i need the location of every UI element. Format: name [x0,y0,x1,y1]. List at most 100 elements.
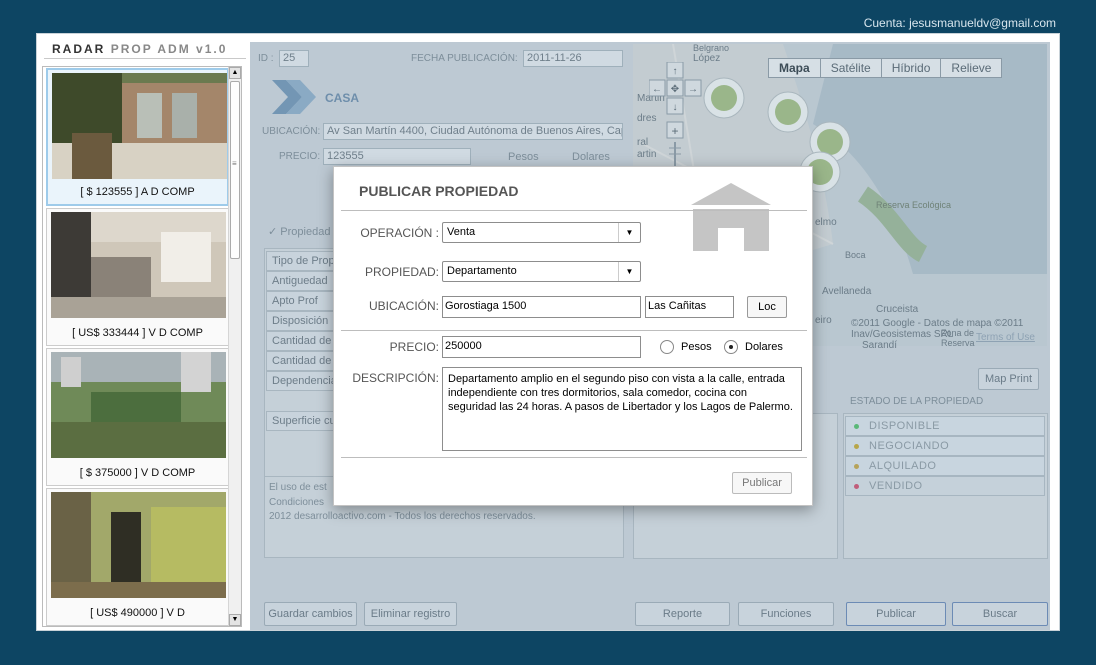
map-label: Cruceista [876,304,919,315]
property-photo [51,492,226,598]
ubicacion-label: UBICACIÓN: [368,299,439,313]
svg-text:✥: ✥ [671,84,679,95]
propiedad-value: Departamento [447,265,517,277]
funciones-button[interactable]: Funciones [738,602,834,626]
id-field: 25 [279,50,309,67]
dolares-radio[interactable] [724,340,738,354]
precio-label: PRECIO: [389,340,439,354]
estado-header: ESTADO DE LA PROPIEDAD [850,396,984,407]
map-label: Belgrano [693,43,730,53]
terms-link[interactable]: Terms of Use [976,332,1035,343]
map-label: Reserva Ecológica [876,200,952,210]
chevron-right-icon [272,80,316,114]
property-card[interactable]: [ US$ 333444 ] V D COMP [46,208,229,346]
propiedad-checkbox: ✓ Propiedad [268,226,331,238]
publicar-main-button[interactable]: Publicar [846,602,946,626]
guardar-button[interactable]: Guardar cambios [264,602,357,626]
property-card-label: [ US$ 333444 ] V D COMP [72,327,203,339]
operacion-label: OPERACIÓN : [360,226,439,240]
barrio-input[interactable]: Las Cañitas [645,296,734,318]
scroll-up-arrow-icon[interactable]: ▲ [229,67,241,79]
estado-alquilado[interactable]: ALQUILADO [845,456,1045,476]
property-photo [51,212,226,318]
estado-disponible[interactable]: DISPONIBLE [845,416,1045,436]
operacion-value: Venta [447,226,476,238]
property-photo [52,73,227,179]
map-label: Boca [845,250,866,260]
pesos-label: Pesos [681,341,712,353]
property-list[interactable]: [ $ 123555 ] A D COMP [ US$ 333444 ] V D… [42,66,242,627]
status-dot-icon [854,483,859,489]
legal-line: Condiciones [269,497,325,508]
logo-divider [44,58,246,59]
publicar-button[interactable]: Publicar [732,472,792,494]
status-dot-icon [854,463,859,469]
property-card[interactable]: [ $ 375000 ] V D COMP [46,348,229,486]
ubicacion-label: UBICACIÓN: [262,126,321,137]
sidebar-scrollbar[interactable]: ▲ ≡ ▼ [228,67,241,626]
property-card-label: [ $ 375000 ] V D COMP [79,467,196,479]
property-card[interactable]: [ US$ 490000 ] V D [46,488,229,626]
map-label: elmo [815,217,837,228]
map-print-button[interactable]: Map Print [978,368,1039,390]
id-label: ID : [258,53,274,64]
scroll-thumb[interactable]: ≡ [230,81,240,259]
map-type-relieve[interactable]: Relieve [941,59,1002,77]
map-pan-control[interactable]: ↑ ← ✥ → ↓ + [649,62,705,172]
legal-line: El uso de est [269,482,327,493]
app-logo: RADAR PROP ADM v1.0 [52,42,227,56]
estado-label: ALQUILADO [869,460,937,472]
propiedad-checkbox-label: Propiedad [280,226,331,238]
ubicacion-input[interactable]: Gorostiaga 1500 [442,296,641,318]
svg-text:+: + [671,124,678,138]
ubicacion-field: Av San Martín 4400, Ciudad Autónoma de B… [323,123,623,140]
precio-field: 123555 [323,148,471,165]
estado-label: DISPONIBLE [869,420,941,432]
publicar-propiedad-dialog: PUBLICAR PROPIEDAD OPERACIÓN : Venta ▼ P… [333,166,813,506]
buscar-button[interactable]: Buscar [952,602,1048,626]
property-card-label: [ $ 123555 ] A D COMP [80,186,195,198]
svg-text:→: → [688,84,698,95]
divider [341,330,807,331]
reporte-button[interactable]: Reporte [635,602,730,626]
map-label: ral [637,137,649,148]
app-title: RADAR [52,42,106,56]
eliminar-button[interactable]: Eliminar registro [364,602,457,626]
estado-vendido[interactable]: VENDIDO [845,476,1045,496]
dialog-title: PUBLICAR PROPIEDAD [359,183,519,199]
property-type-heading: CASA [325,91,360,105]
descripcion-label: DESCRIPCIÓN: [352,371,439,385]
property-photo [51,352,226,458]
map-type-hibrido[interactable]: Híbrido [881,59,942,77]
status-dot-icon [854,443,859,449]
legal-line: 2012 desarrolloactivo.com - Todos los de… [269,511,536,522]
precio-input[interactable]: 250000 [442,336,641,358]
map-label: Avellaneda [822,286,872,297]
precio-label: PRECIO: [279,151,321,162]
fecha-field: 2011-11-26 [523,50,623,67]
operacion-select[interactable]: Venta ▼ [442,222,641,243]
svg-text:←: ← [652,84,662,95]
propiedad-select[interactable]: Departamento ▼ [442,261,641,282]
dropdown-arrow-icon: ▼ [618,262,640,281]
grip-icon: ≡ [232,159,237,168]
divider [341,457,807,458]
svg-text:↓: ↓ [673,102,678,113]
house-icon [691,183,771,251]
property-card[interactable]: [ $ 123555 ] A D COMP [46,68,229,206]
estado-negociando[interactable]: NEGOCIANDO [845,436,1045,456]
account-label: Cuenta: jesusmanueldv@gmail.com [863,16,1056,30]
app-title-sub: PROP ADM v1.0 [110,42,228,56]
property-card-label: [ US$ 490000 ] V D [90,607,185,619]
pesos-radio[interactable] [660,340,674,354]
dolares-label-bg: Dolares [572,151,610,163]
map-label: eiro [815,315,832,326]
svg-text:↑: ↑ [673,66,678,77]
map-label: Sarandí [862,340,898,351]
fecha-label: FECHA PUBLICACIÓN: [411,53,518,64]
scroll-down-arrow-icon[interactable]: ▼ [229,614,241,626]
estado-label: VENDIDO [869,480,923,492]
loc-button[interactable]: Loc [747,296,787,318]
propiedad-label: PROPIEDAD: [364,265,439,279]
descripcion-textarea[interactable]: Departamento amplio en el segundo piso c… [442,367,802,451]
